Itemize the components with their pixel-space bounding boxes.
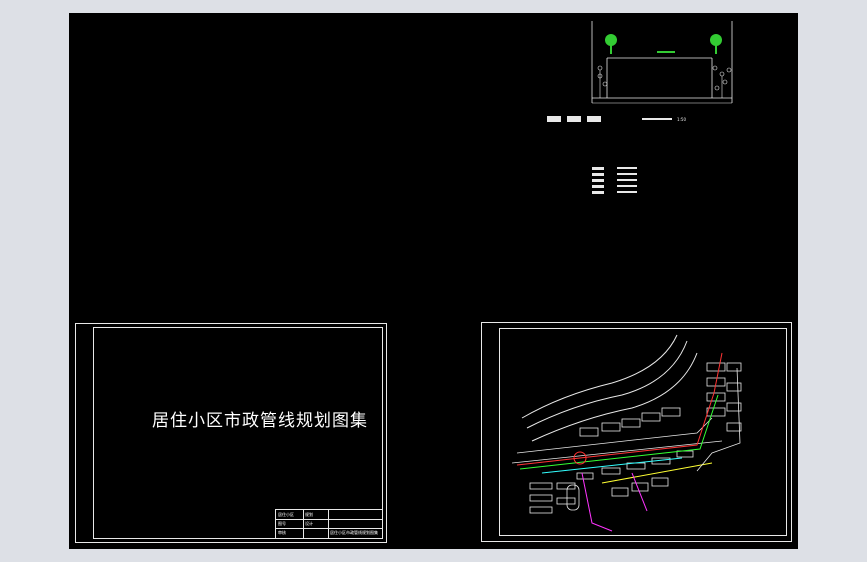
tree-icon: [710, 34, 722, 54]
title-block-cell: 设计: [305, 521, 313, 526]
title-block: 居住小区 规划 图号 设计 审核 居住小区市政管线规划图集: [275, 509, 382, 538]
title-block-cell: 图号: [278, 521, 286, 526]
title-block-cell: 居住小区: [278, 512, 294, 517]
cover-title: 居住小区市政管线规划图集: [152, 411, 368, 431]
section-view: 1:50: [547, 21, 733, 122]
section-scale-label: 1:50: [677, 117, 686, 122]
legend: [592, 167, 637, 194]
cover-sheet-border: 居住小区市政管线规划图集 居住小区 规划 图号 设计 审核 居住小区市政管线规划…: [93, 327, 383, 539]
tree-icon: [605, 34, 617, 54]
cover-sheet[interactable]: 居住小区市政管线规划图集 居住小区 规划 图号 设计 审核 居住小区市政管线规划…: [75, 323, 387, 543]
title-block-cell: 居住小区市政管线规划图集: [330, 530, 378, 535]
site-plan-sheet[interactable]: [481, 322, 792, 542]
drawing-canvas[interactable]: 居住小区市政管线规划图集 居住小区 规划 图号 设计 审核 居住小区市政管线规划…: [69, 13, 798, 549]
title-block-cell: 审核: [278, 530, 286, 535]
site-plan-drawing: [511, 334, 742, 532]
title-block-cell: 规划: [305, 512, 313, 517]
